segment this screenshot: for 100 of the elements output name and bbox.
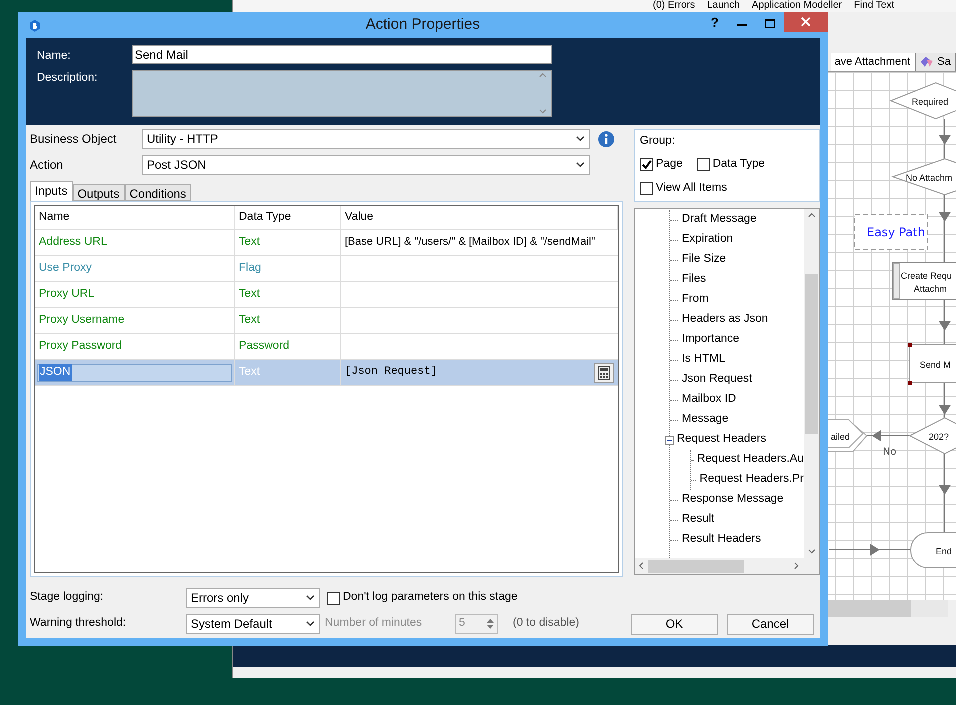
tree-item[interactable]: Expiration	[682, 231, 734, 249]
note-node: Easy Path	[854, 214, 928, 250]
decision-node: No Attachm	[891, 158, 956, 196]
tree-item[interactable]: Json Request	[682, 371, 752, 389]
table-row[interactable]: JSON Text [Json Request]	[35, 360, 618, 386]
tree-item[interactable]: Mailbox ID	[682, 391, 736, 409]
field-label: Warning threshold:	[30, 616, 128, 632]
field-label: Stage logging:	[30, 590, 105, 606]
name-edit-field[interactable]: JSON	[37, 364, 232, 382]
table-cell-text: Proxy Password	[38, 338, 124, 354]
tree-item[interactable]: Files	[682, 271, 706, 289]
table-row[interactable]: Use Proxy Flag	[35, 256, 618, 282]
table-cell-text: Text	[239, 286, 260, 302]
table-cell-text: Text	[239, 234, 260, 250]
caret-icon	[306, 621, 315, 627]
tab[interactable]: Inputs	[30, 181, 73, 201]
table-cell-text: [Json Request]	[345, 365, 438, 380]
decision-node: 202?	[908, 417, 956, 455]
tree-item[interactable]: Request Headers	[677, 431, 766, 449]
table-cell-text: Password	[239, 338, 290, 354]
scroll-down-icon[interactable]	[808, 549, 816, 554]
tree-item[interactable]: Draft Message	[682, 211, 757, 229]
column-header[interactable]: Value	[341, 206, 618, 229]
checkbox[interactable]	[696, 158, 710, 172]
tree-item[interactable]: From	[682, 291, 709, 309]
tree-item[interactable]: Request Headers.Au	[697, 451, 804, 469]
connector	[939, 382, 951, 418]
close-icon	[801, 17, 811, 27]
checkbox-label: Page	[656, 157, 683, 172]
scrollbar-thumb[interactable]	[805, 274, 818, 434]
end-node: End	[910, 532, 956, 568]
checkbox[interactable]	[327, 592, 340, 604]
table-cell-text: Proxy URL	[38, 286, 96, 302]
table-cell-text: Flag	[239, 260, 262, 276]
help-button[interactable]: ?	[702, 12, 728, 34]
checkbox[interactable]	[640, 182, 653, 195]
tree-item[interactable]: Result Headers	[682, 531, 762, 549]
table-row[interactable]: Proxy URL Text	[35, 282, 618, 308]
field-label: Description:	[37, 71, 99, 86]
dialog-button[interactable]: Cancel	[727, 614, 814, 634]
field-label: Action	[30, 157, 64, 174]
connector	[939, 300, 951, 346]
table-cell-text: [Base URL] & "/users/" & [Mailbox ID] & "/sendMail"	[345, 235, 596, 250]
diagram-tab[interactable]: ave Attachment	[830, 53, 916, 71]
field-label: Name:	[37, 49, 72, 64]
edge-label: No	[883, 447, 897, 458]
checkbox-label: Don't log parameters on this stage	[343, 590, 518, 606]
toolbar-button[interactable]: (0) Errors	[653, 1, 696, 11]
business-object-select[interactable]: Utility - HTTP	[142, 129, 590, 149]
tree-item[interactable]: Result	[682, 511, 715, 529]
group-label: Group:	[640, 134, 676, 149]
collapse-icon[interactable]	[665, 436, 674, 444]
scrollbar-thumb[interactable]	[648, 560, 744, 572]
scroll-up-icon[interactable]	[808, 213, 816, 218]
tab[interactable]: Conditions	[124, 184, 192, 201]
hint-text: (0 to disable)	[513, 616, 580, 632]
connector	[939, 118, 951, 160]
tab[interactable]: Outputs	[72, 184, 125, 201]
column-header[interactable]: Data Type	[235, 206, 341, 229]
tree-item[interactable]: Importance	[682, 331, 740, 349]
toolbar-button[interactable]: Find Text	[854, 1, 894, 11]
decision-node: Required	[890, 82, 956, 120]
checkbox-label: Data Type	[712, 157, 766, 172]
table-cell-text: Use Proxy	[38, 260, 94, 276]
stage-logging-select[interactable]: Errors only	[186, 588, 320, 608]
caret-icon	[576, 162, 585, 168]
caret-icon	[576, 136, 585, 142]
scroll-right-icon[interactable]	[794, 562, 799, 570]
table-cell-text: Text	[239, 364, 260, 380]
calculator-button[interactable]	[594, 362, 614, 382]
app-icon	[28, 19, 42, 33]
column-header[interactable]: Name	[35, 206, 235, 229]
close-button[interactable]	[784, 12, 828, 32]
info-icon[interactable]	[598, 130, 615, 148]
scroll-left-icon[interactable]	[639, 562, 644, 570]
action-select[interactable]: Post JSON	[142, 155, 590, 175]
table-cell-text: Proxy Username	[38, 312, 126, 328]
checkbox-label: View All Items	[656, 180, 728, 196]
tree-item[interactable]: Request Headers.Pr	[700, 471, 804, 489]
dialog-button[interactable]: OK	[631, 614, 718, 634]
connector	[866, 430, 910, 442]
table-row[interactable]: Proxy Password Password	[35, 334, 618, 360]
name-field[interactable]: Send Mail	[132, 45, 552, 64]
puzzle-icon	[920, 56, 934, 68]
table-row[interactable]: Address URL Text [Base URL] & "/users/" & [Mailbox ID] & "/sendMail"	[35, 230, 618, 256]
checkbox[interactable]	[640, 158, 653, 172]
toolbar-button[interactable]: Application Modeller	[752, 1, 842, 11]
diagram-tab[interactable]: Sa	[916, 53, 956, 71]
connector	[939, 194, 951, 264]
toolbar-button[interactable]: Launch	[707, 1, 740, 11]
table-row[interactable]: Proxy Username Text	[35, 308, 618, 334]
tree-item[interactable]: Message	[682, 411, 729, 429]
field-label: Number of minutes	[325, 616, 424, 632]
tree-item[interactable]: File Size	[682, 251, 726, 269]
table-cell-text: Address URL	[38, 234, 108, 250]
tree-item[interactable]: Response Message	[682, 491, 784, 509]
tree-item[interactable]: Is HTML	[682, 351, 726, 369]
window-title: Action Properties	[366, 14, 480, 35]
field-label: Business Object	[30, 131, 118, 148]
tree-item[interactable]: Headers as Json	[682, 311, 768, 329]
